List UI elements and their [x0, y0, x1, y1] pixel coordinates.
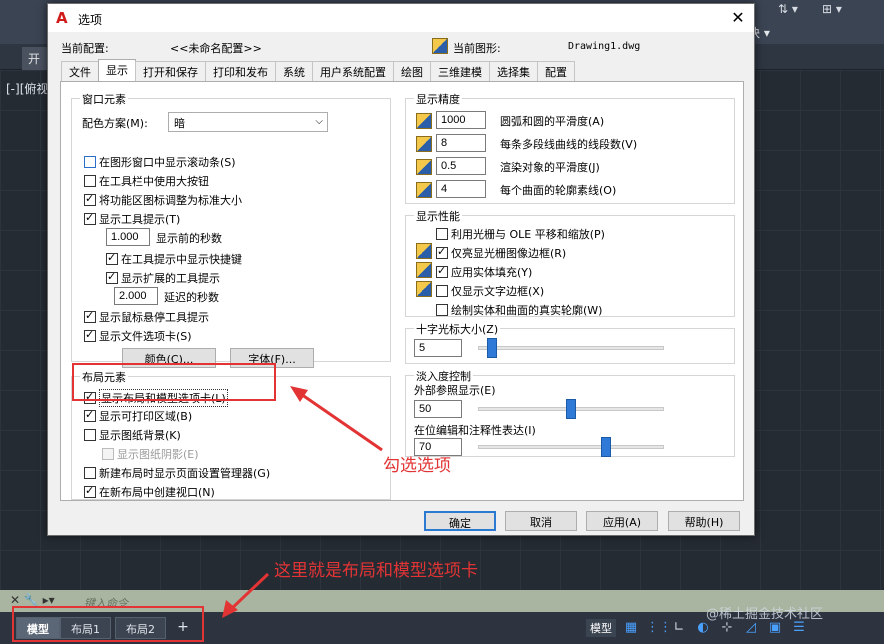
annotation-tabs-note: 这里就是布局和模型选项卡 [274, 561, 478, 581]
annotation-arrowhead [222, 600, 238, 618]
annotation-arrows [222, 386, 383, 618]
annotation-arrow-line [297, 390, 383, 452]
annotation-arrowhead [290, 386, 308, 402]
annotation-arrow-line [226, 572, 270, 614]
annotation-check-option: 勾选选项 [383, 456, 451, 476]
